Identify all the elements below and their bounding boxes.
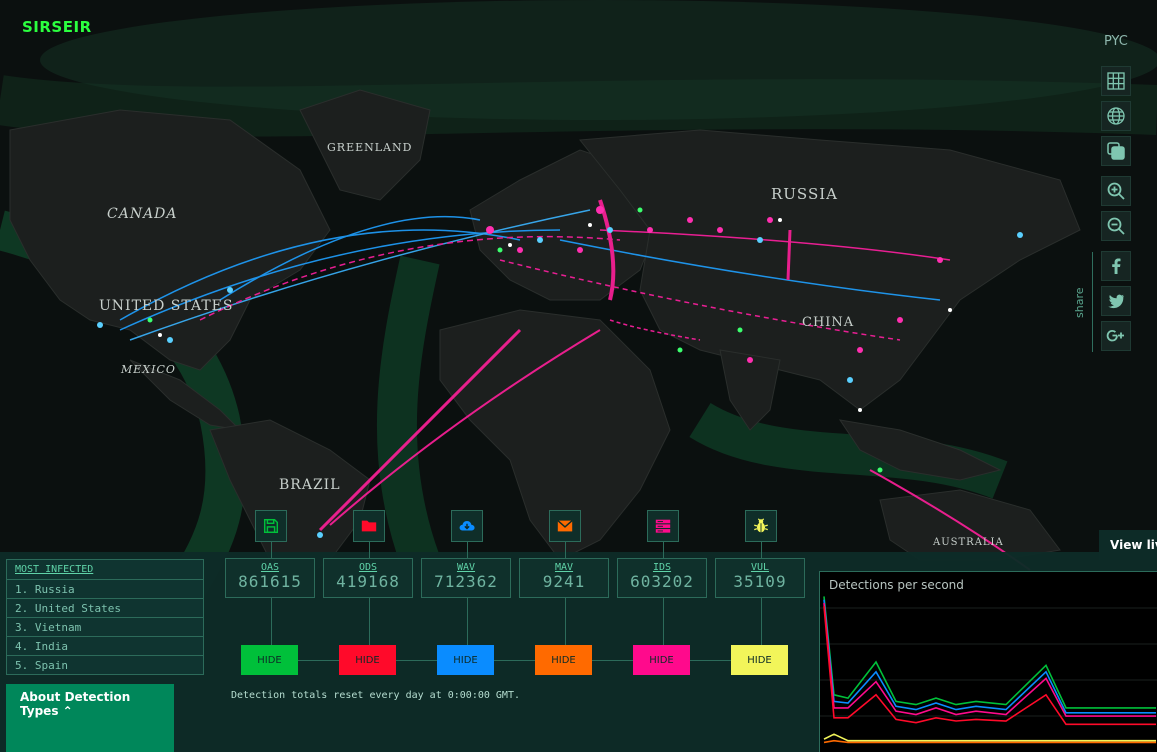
most-infected-title[interactable]: MOST INFECTED: [7, 560, 203, 580]
detections-chart: [820, 596, 1157, 744]
view-live-tab[interactable]: View live: [1099, 530, 1157, 560]
list-item[interactable]: 4. India: [7, 637, 203, 656]
map-label-greenland: GREENLAND: [327, 141, 413, 154]
ids-value: 603202: [630, 572, 694, 591]
list-item[interactable]: 2. United States: [7, 599, 203, 618]
facebook-button[interactable]: [1101, 251, 1131, 281]
google-plus-icon: [1106, 329, 1124, 342]
mav-hide-button[interactable]: HIDE: [535, 645, 592, 675]
wav-hide-button[interactable]: HIDE: [437, 645, 494, 675]
language-switch[interactable]: PYC: [1104, 34, 1128, 49]
series-line-vul: [823, 733, 1156, 742]
mav-code[interactable]: MAV: [520, 559, 608, 573]
list-item[interactable]: 3. Vietnam: [7, 618, 203, 637]
graph-title: Detections per second: [829, 578, 964, 592]
ids-hide-button[interactable]: HIDE: [633, 645, 690, 675]
globe-icon: [1107, 107, 1125, 125]
share-divider: [1092, 252, 1093, 352]
map-label-russia: RUSSIA: [771, 185, 838, 203]
reset-note: Detection totals reset every day at 0:00…: [231, 690, 520, 701]
oas-value: 861615: [238, 572, 302, 591]
oas-icon-button[interactable]: [255, 510, 287, 542]
zoom-out-button[interactable]: [1101, 211, 1131, 241]
map-label-brazil: BRAZIL: [279, 477, 341, 493]
zoom-out-icon: [1107, 217, 1125, 235]
wav-icon-button[interactable]: [451, 510, 483, 542]
ods-value: 419168: [336, 572, 400, 591]
oas-code[interactable]: OAS: [226, 559, 314, 573]
vul-icon-button[interactable]: [745, 510, 777, 542]
about-detection-types-button[interactable]: About Detection Types ⌃: [6, 684, 174, 752]
oas-hide-button[interactable]: HIDE: [241, 645, 298, 675]
ods-hide-button[interactable]: HIDE: [339, 645, 396, 675]
server-icon: [655, 519, 671, 533]
share-label: share: [1073, 287, 1086, 319]
envelope-icon: [557, 520, 573, 532]
grid-icon: [1107, 72, 1125, 90]
floppy-disk-icon: [263, 518, 279, 534]
most-infected-list: MOST INFECTED 1. Russia 2. United States…: [6, 559, 204, 675]
folder-icon: [361, 520, 377, 532]
ods-counter: ODS 419168: [323, 558, 413, 598]
list-item[interactable]: 5. Spain: [7, 656, 203, 675]
vul-counter: VUL 35109: [715, 558, 805, 598]
map-label-united-states: UNITED STATES: [99, 298, 234, 314]
twitter-icon: [1108, 294, 1124, 309]
grid-button[interactable]: [1101, 66, 1131, 96]
mav-counter: MAV 9241: [519, 558, 609, 598]
wav-counter: WAV 712362: [421, 558, 511, 598]
map-label-australia: AUSTRALIA: [933, 537, 1004, 548]
bug-icon: [754, 518, 768, 533]
zoom-in-button[interactable]: [1101, 176, 1131, 206]
facebook-icon: [1112, 258, 1121, 274]
ids-code[interactable]: IDS: [618, 559, 706, 573]
series-line-oas: [823, 596, 1156, 709]
ods-icon-button[interactable]: [353, 510, 385, 542]
vul-hide-button[interactable]: HIDE: [731, 645, 788, 675]
ods-code[interactable]: ODS: [324, 559, 412, 573]
mav-value: 9241: [542, 572, 586, 591]
vul-value: 35109: [733, 572, 787, 591]
ids-counter: IDS 603202: [617, 558, 707, 598]
wav-code[interactable]: WAV: [422, 559, 510, 573]
layers-button[interactable]: [1101, 136, 1131, 166]
list-item[interactable]: 1. Russia: [7, 580, 203, 599]
vul-code[interactable]: VUL: [716, 559, 804, 573]
wav-value: 712362: [434, 572, 498, 591]
oas-counter: OAS 861615: [225, 558, 315, 598]
series-line-ids: [823, 602, 1156, 717]
mav-icon-button[interactable]: [549, 510, 581, 542]
cloud-download-icon: [459, 521, 475, 531]
google-plus-button[interactable]: [1101, 321, 1131, 351]
ids-icon-button[interactable]: [647, 510, 679, 542]
map-label-mexico: MEXICO: [121, 363, 176, 376]
globe-button[interactable]: [1101, 101, 1131, 131]
zoom-in-icon: [1107, 182, 1125, 200]
map-label-china: CHINA: [802, 315, 855, 330]
logo[interactable]: SIRSEIR: [22, 18, 92, 36]
detections-graph: [819, 571, 1157, 752]
twitter-button[interactable]: [1101, 286, 1131, 316]
layers-icon: [1107, 142, 1125, 160]
map-label-canada: CANADA: [107, 206, 178, 222]
